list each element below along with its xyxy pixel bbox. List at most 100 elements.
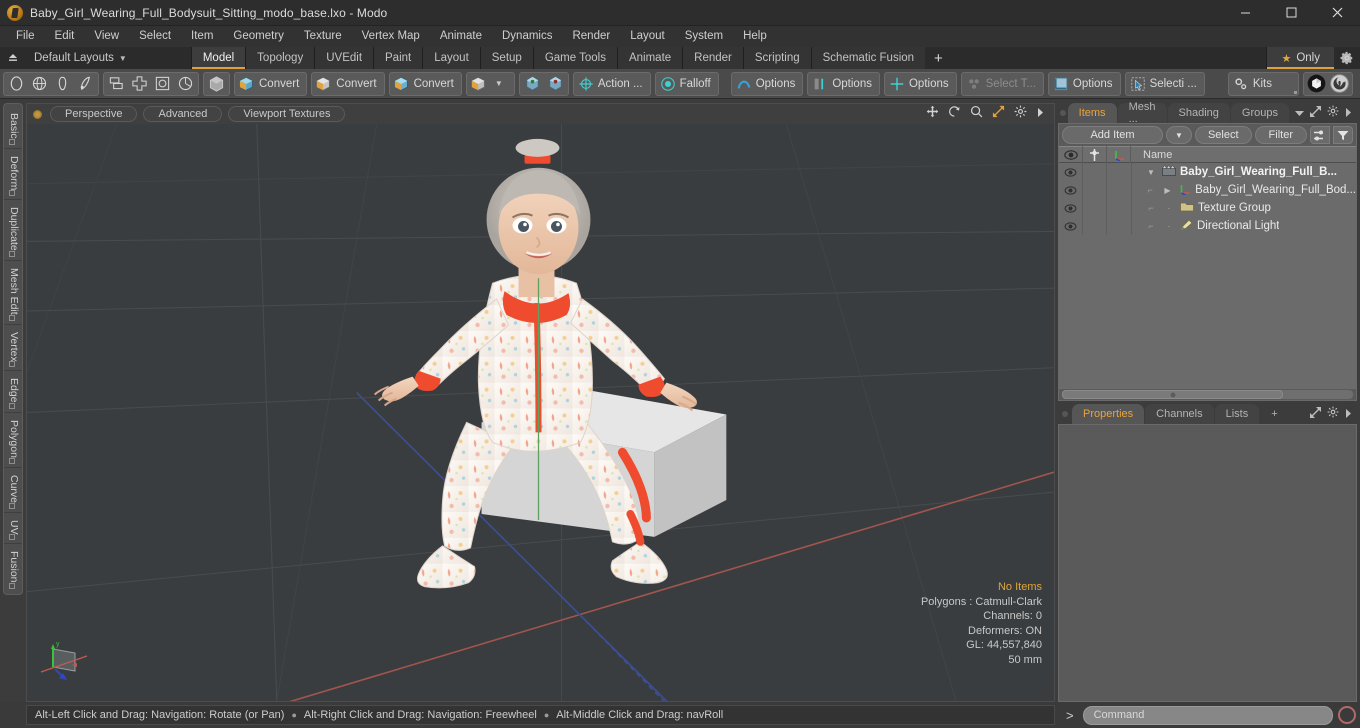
gear-icon[interactable] — [1327, 104, 1339, 122]
curve-options-button[interactable]: Options — [730, 71, 804, 96]
falloff-button[interactable]: Falloff — [654, 71, 719, 96]
scroll-track[interactable] — [1062, 390, 1353, 399]
tab-setup[interactable]: Setup — [479, 47, 534, 69]
add-panel-tab-button[interactable]: + — [1260, 404, 1288, 424]
snap-options-button[interactable]: Options — [883, 71, 957, 96]
close-button[interactable] — [1314, 0, 1360, 26]
arrow-right-icon[interactable] — [1345, 104, 1352, 122]
tab-uvedit[interactable]: UVEdit — [314, 47, 375, 69]
tab-paint[interactable]: Paint — [373, 47, 424, 69]
rail-tab-polygon[interactable]: Polygon — [4, 413, 22, 468]
row-visibility-toggle[interactable] — [1059, 217, 1083, 235]
scroll-thumb[interactable] — [1062, 390, 1284, 399]
funnel-filter-icon[interactable] — [1333, 126, 1353, 144]
viewport-arrow-icon[interactable] — [1036, 105, 1045, 123]
globe-icon[interactable] — [28, 73, 51, 95]
tab-groups[interactable]: Groups — [1230, 103, 1289, 123]
menu-vertex-map[interactable]: Vertex Map — [352, 26, 430, 47]
viewport-textures-dropdown[interactable]: Viewport Textures — [228, 106, 346, 122]
unity-icon[interactable] — [1305, 73, 1328, 95]
properties-panel-body[interactable] — [1058, 424, 1357, 702]
3d-viewport[interactable]: y No Items Polygons : Catmull-Clark Chan… — [26, 124, 1055, 702]
row-expander[interactable]: ▶ — [1161, 186, 1174, 195]
preset-a-icon[interactable] — [521, 73, 544, 95]
panel-menu-dot-icon[interactable] — [1058, 404, 1072, 424]
tab-schematic-fusion[interactable]: Schematic Fusion — [810, 47, 927, 69]
row-expander[interactable]: ▼ — [1144, 168, 1158, 177]
tab-model[interactable]: Model — [190, 47, 247, 69]
menu-view[interactable]: View — [84, 26, 129, 47]
tab-render[interactable]: Render — [682, 47, 744, 69]
row-visibility-toggle[interactable] — [1059, 199, 1083, 217]
workplane-options-button[interactable]: Options — [1047, 71, 1121, 96]
tab-channels[interactable]: Channels — [1145, 404, 1214, 424]
tab-items[interactable]: Items — [1067, 103, 1117, 123]
zoom-icon[interactable] — [970, 105, 983, 123]
add-item-dropdown[interactable]: ▼ — [1165, 126, 1192, 144]
panel-menu-dot-icon[interactable] — [1058, 103, 1068, 123]
menu-render[interactable]: Render — [562, 26, 620, 47]
bevel-icon[interactable] — [105, 73, 128, 95]
menu-layout[interactable]: Layout — [620, 26, 675, 47]
viewport-gear-icon[interactable] — [1014, 105, 1027, 123]
add-item-button[interactable]: Add Item — [1062, 126, 1163, 144]
tab-game-tools[interactable]: Game Tools — [532, 47, 618, 69]
row-visibility-toggle[interactable] — [1059, 163, 1083, 181]
tab-properties[interactable]: Properties — [1072, 404, 1145, 424]
menu-dynamics[interactable]: Dynamics — [492, 26, 562, 47]
rail-tab-deform[interactable]: Deform — [4, 149, 22, 201]
sort-icon[interactable] — [1310, 126, 1330, 144]
menu-select[interactable]: Select — [129, 26, 181, 47]
home-up-icon[interactable] — [0, 47, 26, 69]
table-row[interactable]: ⌐ · Texture Group — [1059, 199, 1356, 217]
solid-sketch-icon[interactable] — [151, 73, 174, 95]
menu-texture[interactable]: Texture — [294, 26, 352, 47]
arrow-right-icon[interactable] — [1345, 405, 1352, 423]
rotate-icon[interactable] — [948, 105, 961, 123]
menu-help[interactable]: Help — [733, 26, 777, 47]
viewport-projection-dropdown[interactable]: Perspective — [50, 106, 138, 122]
tab-mesh-ops[interactable]: Mesh ... — [1117, 101, 1167, 125]
rail-tab-basic[interactable]: Basic — [4, 106, 22, 149]
tab-scripting[interactable]: Scripting — [742, 47, 812, 69]
table-row[interactable]: ⌐ ▶ Baby_Girl_Wearing_Full_Bod... — [1059, 181, 1356, 199]
expand-icon[interactable] — [1310, 104, 1321, 122]
items-list[interactable]: ▼ Baby_Girl_Wearing_Full_B... ⌐ ▶ Baby_G… — [1059, 163, 1356, 388]
minimize-button[interactable] — [1222, 0, 1268, 26]
command-input[interactable]: Command — [1082, 705, 1333, 725]
unreal-icon[interactable] — [1328, 73, 1351, 95]
array-icon[interactable] — [128, 73, 151, 95]
mesh-cube-icon[interactable] — [205, 73, 228, 95]
menu-system[interactable]: System — [675, 26, 733, 47]
maximize-button[interactable] — [1268, 0, 1314, 26]
add-tab-button[interactable]: + — [925, 47, 952, 69]
viewport-shading-dropdown[interactable]: Advanced — [143, 106, 223, 122]
table-row[interactable]: ⌐ · Directional Light — [1059, 217, 1356, 235]
move-icon[interactable] — [926, 105, 939, 123]
filter-button[interactable]: Filter — [1254, 126, 1307, 144]
convert-dropdown-button[interactable]: ▼ — [465, 71, 515, 96]
expand-icon[interactable] — [1310, 405, 1321, 423]
default-layouts-dropdown[interactable]: Default Layouts ▼ — [26, 47, 135, 69]
tab-lists[interactable]: Lists — [1214, 404, 1260, 424]
menu-animate[interactable]: Animate — [430, 26, 492, 47]
convert-button-1[interactable]: Convert — [234, 71, 308, 96]
menu-geometry[interactable]: Geometry — [223, 26, 294, 47]
gear-icon[interactable] — [1327, 405, 1339, 423]
action-center-button[interactable]: Action ... — [572, 71, 651, 96]
row-visibility-toggle[interactable] — [1059, 181, 1083, 199]
teardrop-icon[interactable] — [74, 73, 97, 95]
rail-tab-vertex[interactable]: Vertex — [4, 325, 22, 372]
rail-tab-fusion[interactable]: Fusion — [4, 544, 22, 592]
items-list-hscrollbar[interactable] — [1059, 388, 1356, 400]
tab-topology[interactable]: Topology — [245, 47, 316, 69]
maximize-viewport-icon[interactable] — [992, 105, 1005, 123]
record-circle-icon[interactable] — [1338, 706, 1356, 724]
preset-b-icon[interactable] — [544, 73, 567, 95]
table-row[interactable]: ▼ Baby_Girl_Wearing_Full_B... — [1059, 163, 1356, 181]
tab-animate[interactable]: Animate — [616, 47, 684, 69]
chevron-down-icon[interactable] — [1295, 104, 1304, 122]
selection-set-button[interactable]: Selecti ... — [1124, 71, 1205, 96]
convert-button-3[interactable]: Convert — [388, 71, 462, 96]
viewport-menu-dot-icon[interactable] — [33, 109, 42, 119]
